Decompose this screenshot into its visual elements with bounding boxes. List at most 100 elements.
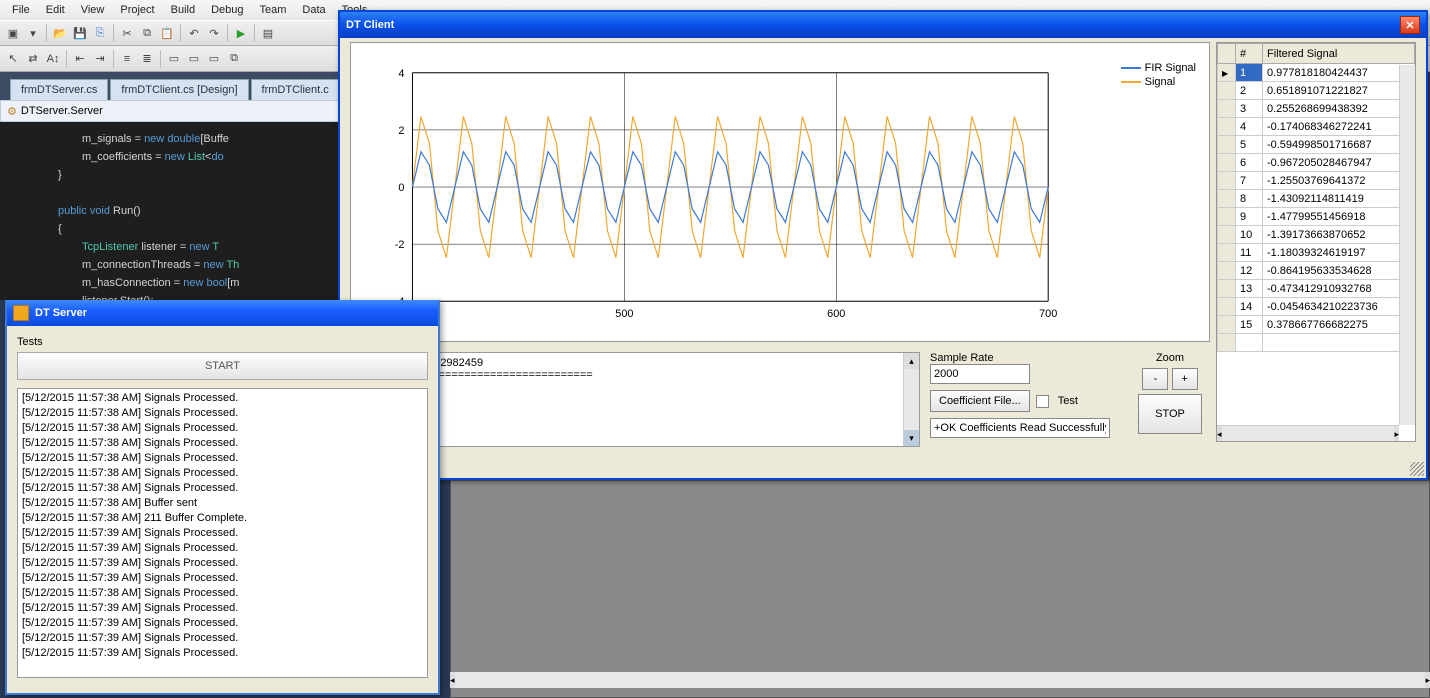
scroll-left-icon[interactable]: ◂ — [1217, 426, 1222, 442]
console-scrollbar[interactable]: ▴ ▾ — [903, 353, 919, 446]
menu-debug[interactable]: Debug — [203, 2, 251, 18]
close-button[interactable]: ✕ — [1400, 16, 1420, 34]
log-line: [5/12/2015 11:57:38 AM] Buffer sent — [22, 496, 423, 511]
document-tab[interactable]: frmDTClient.cs [Design] — [110, 79, 248, 100]
menu-team[interactable]: Team — [252, 2, 295, 18]
start-button[interactable]: START — [17, 352, 428, 380]
align-left-icon[interactable]: ≡ — [118, 50, 136, 68]
menu-project[interactable]: Project — [112, 2, 162, 18]
coefficient-file-button[interactable]: Coefficient File... — [930, 390, 1030, 412]
test-label: Test — [1058, 395, 1078, 407]
grid-horizontal-scrollbar[interactable]: ◂ ▸ — [1217, 425, 1399, 441]
log-line: [5/12/2015 11:57:38 AM] Signals Processe… — [22, 406, 423, 421]
comment-icon[interactable]: ▭ — [165, 50, 183, 68]
menu-view[interactable]: View — [73, 2, 113, 18]
table-row[interactable]: 10.977818180424437 — [1218, 64, 1415, 82]
document-tab[interactable]: frmDTServer.cs — [10, 79, 108, 100]
grid-header-index[interactable]: # — [1236, 44, 1263, 64]
table-row[interactable]: 12-0.864195633534628 — [1218, 262, 1415, 280]
misc-icon[interactable]: ▤ — [259, 24, 277, 42]
grid-header-value[interactable]: Filtered Signal — [1262, 44, 1414, 64]
save-icon[interactable]: 💾 — [71, 24, 89, 42]
grid-vertical-scrollbar[interactable] — [1399, 65, 1415, 425]
menu-data[interactable]: Data — [294, 2, 333, 18]
legend-fir: FIR Signal — [1145, 62, 1196, 74]
svg-text:0: 0 — [398, 182, 404, 194]
scroll-right-icon[interactable]: ▸ — [1394, 426, 1399, 442]
save-all-icon[interactable]: ⎘ — [91, 24, 109, 42]
breadcrumb-label: DTServer.Server — [21, 105, 103, 117]
indent-in-icon[interactable]: ⇥ — [91, 50, 109, 68]
run-icon[interactable]: ▶ — [232, 24, 250, 42]
pointer-icon[interactable]: ↖ — [4, 50, 22, 68]
svg-text:600: 600 — [827, 308, 845, 320]
window-icon[interactable]: ▭ — [205, 50, 223, 68]
dt-client-window: DT Client ✕ -4-2024400500600700 FIR Sign… — [338, 10, 1428, 480]
log-line: [5/12/2015 11:57:38 AM] Signals Processe… — [22, 421, 423, 436]
font-icon[interactable]: A↕ — [44, 50, 62, 68]
nav-icon[interactable]: ⇄ — [24, 50, 42, 68]
log-line: [5/12/2015 11:57:39 AM] Signals Processe… — [22, 541, 423, 556]
menu-edit[interactable]: Edit — [38, 2, 73, 18]
zoom-out-button[interactable]: - — [1142, 368, 1168, 390]
align-right-icon[interactable]: ≣ — [138, 50, 156, 68]
cut-icon[interactable]: ✂ — [118, 24, 136, 42]
scroll-up-icon[interactable]: ▴ — [904, 353, 919, 369]
undo-icon[interactable]: ↶ — [185, 24, 203, 42]
table-row[interactable]: 8-1.43092114811419 — [1218, 190, 1415, 208]
chart-legend: FIR Signal Signal — [1121, 62, 1196, 90]
table-row[interactable]: 30.255268699438392 — [1218, 100, 1415, 118]
test-checkbox[interactable] — [1036, 395, 1049, 408]
filtered-signal-grid[interactable]: # Filtered Signal 10.97781818042443720.6… — [1216, 42, 1416, 442]
table-row[interactable]: 7-1.25503769641372 — [1218, 172, 1415, 190]
client-title: DT Client — [346, 19, 394, 31]
copy-icon[interactable]: ⧉ — [138, 24, 156, 42]
table-row[interactable]: 9-1.47799551456918 — [1218, 208, 1415, 226]
menu-file[interactable]: File — [4, 2, 38, 18]
resize-grip-icon[interactable] — [1410, 462, 1424, 476]
scroll-left-icon[interactable]: ◂ — [450, 672, 455, 688]
sample-rate-label: Sample Rate — [930, 352, 994, 364]
paste-icon[interactable]: 📋 — [158, 24, 176, 42]
class-icon: ⚙ — [7, 105, 17, 118]
table-row[interactable]: 14-0.0454634210223736 — [1218, 298, 1415, 316]
menu-build[interactable]: Build — [163, 2, 203, 18]
app-icon — [13, 305, 29, 321]
svg-text:2: 2 — [398, 125, 404, 137]
svg-text:700: 700 — [1039, 308, 1057, 320]
open-icon[interactable]: 📂 — [51, 24, 69, 42]
log-line: [5/12/2015 11:57:39 AM] Signals Processe… — [22, 571, 423, 586]
table-row[interactable]: 6-0.967205028467947 — [1218, 154, 1415, 172]
scroll-right-icon[interactable]: ▸ — [1425, 672, 1430, 688]
table-row[interactable]: 4-0.174068346272241 — [1218, 118, 1415, 136]
table-row[interactable]: 13-0.473412910932768 — [1218, 280, 1415, 298]
stop-button[interactable]: STOP — [1138, 394, 1202, 434]
new-project-icon[interactable]: ▣ — [4, 24, 22, 42]
indent-out-icon[interactable]: ⇤ — [71, 50, 89, 68]
tests-label: Tests — [17, 336, 428, 348]
server-title: DT Server — [35, 307, 87, 319]
dropdown-icon[interactable]: ▾ — [24, 24, 42, 42]
document-tab[interactable]: frmDTClient.c — [251, 79, 340, 100]
client-titlebar[interactable]: DT Client ✕ — [340, 12, 1426, 38]
table-row[interactable]: 5-0.594998501716687 — [1218, 136, 1415, 154]
table-row[interactable]: 11-1.18039324619197 — [1218, 244, 1415, 262]
table-row[interactable]: 10-1.39173663870652 — [1218, 226, 1415, 244]
server-log[interactable]: [5/12/2015 11:57:38 AM] Signals Processe… — [17, 388, 428, 678]
server-titlebar[interactable]: DT Server — [7, 300, 438, 326]
svg-text:4: 4 — [398, 68, 404, 80]
windows-icon[interactable]: ⧉ — [225, 50, 243, 68]
log-line: [5/12/2015 11:57:38 AM] Signals Processe… — [22, 436, 423, 451]
table-row[interactable]: 20.651891071221827 — [1218, 82, 1415, 100]
table-row[interactable]: 150.378667766682275 — [1218, 316, 1415, 334]
log-line: [5/12/2015 11:57:39 AM] Signals Processe… — [22, 526, 423, 541]
scroll-down-icon[interactable]: ▾ — [904, 430, 919, 446]
mdi-horizontal-scrollbar[interactable]: ◂ ▸ — [450, 672, 1430, 688]
redo-icon[interactable]: ↷ — [205, 24, 223, 42]
sample-rate-input[interactable] — [930, 364, 1030, 384]
zoom-in-button[interactable]: + — [1172, 368, 1198, 390]
status-field — [930, 418, 1110, 438]
uncomment-icon[interactable]: ▭ — [185, 50, 203, 68]
log-line: [5/12/2015 11:57:39 AM] Signals Processe… — [22, 616, 423, 631]
log-line: [5/12/2015 11:57:38 AM] Signals Processe… — [22, 451, 423, 466]
